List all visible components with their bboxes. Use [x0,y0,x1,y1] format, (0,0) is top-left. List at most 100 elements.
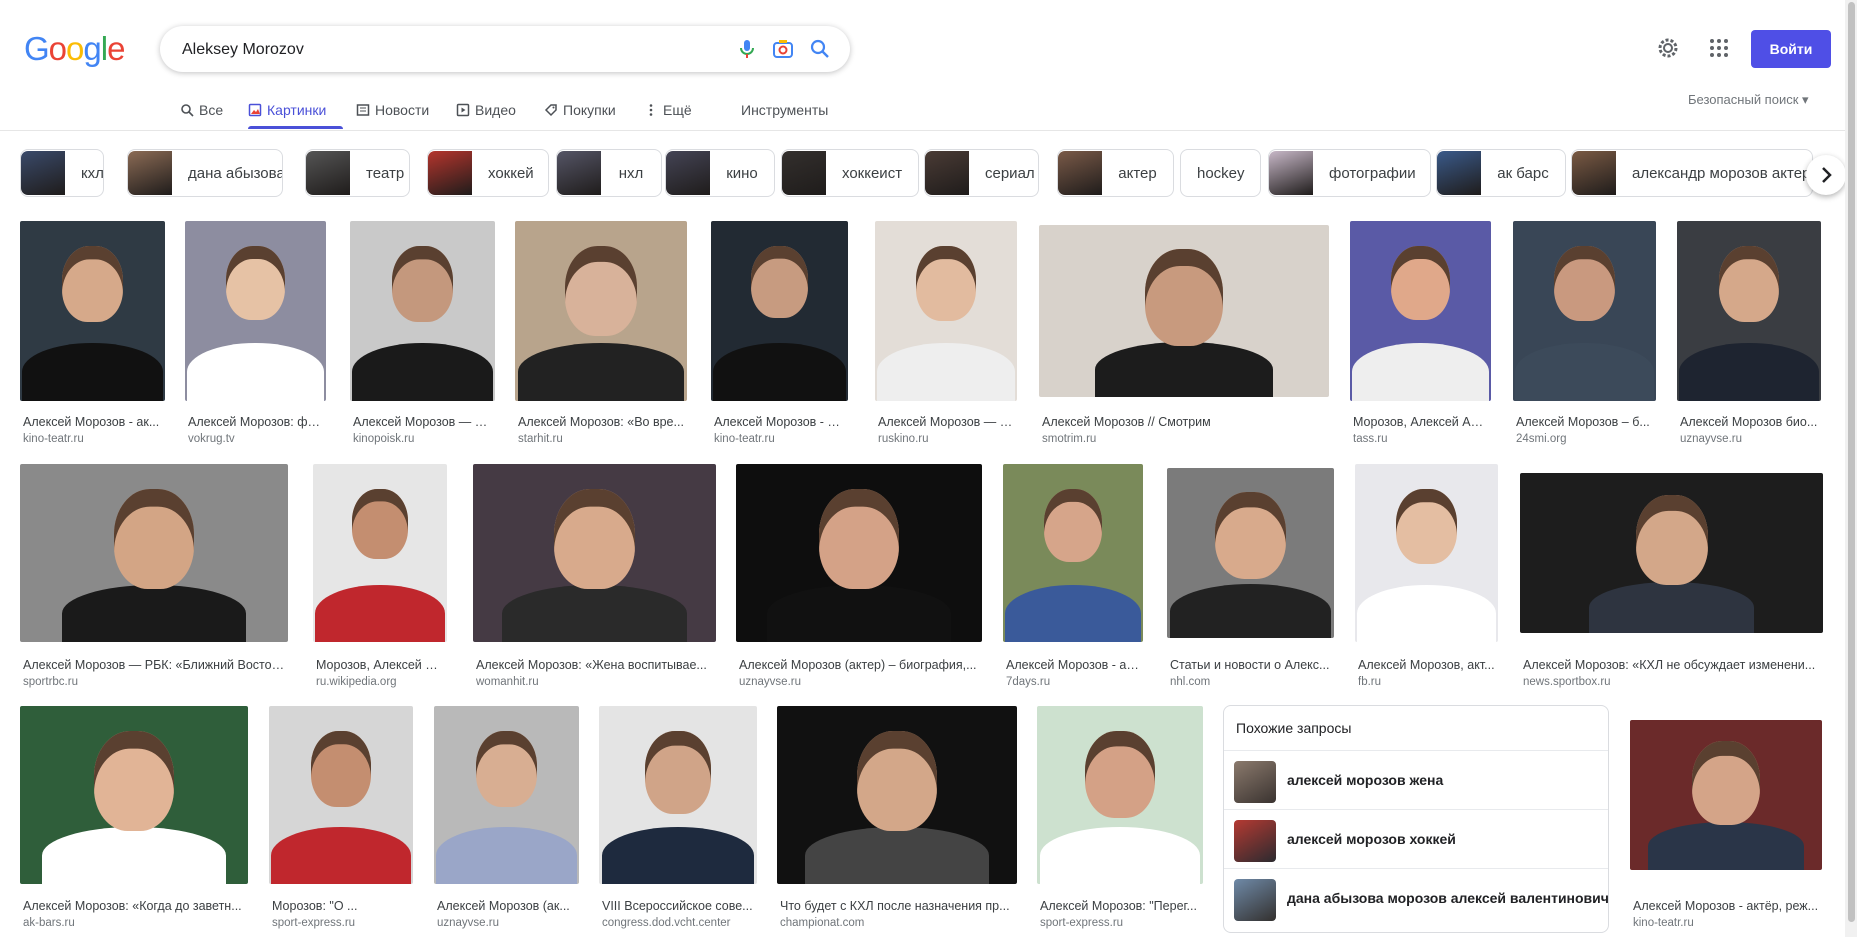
search-icon[interactable] [808,37,832,61]
filter-chip[interactable]: hockey [1180,149,1261,197]
tab-image[interactable]: Картинки [248,99,326,121]
result-caption[interactable]: Алексей Морозов — б... [878,415,1014,429]
result-thumbnail[interactable] [350,221,495,401]
google-logo[interactable]: Google [24,30,125,68]
filter-chip[interactable]: дана абызова [127,149,283,197]
result-source[interactable]: tass.ru [1353,433,1488,445]
result-source[interactable]: kinopoisk.ru [353,433,492,445]
chips-next-button[interactable] [1806,155,1846,195]
result-caption[interactable]: Алексей Морозов - ак... [714,415,845,429]
result-thumbnail[interactable] [777,706,1017,884]
result-thumbnail[interactable] [1350,221,1491,401]
result-caption[interactable]: Алексей Морозов - ак... [1006,658,1140,672]
filter-chip[interactable]: нхл [556,149,662,197]
filter-chip[interactable]: театр [305,149,410,197]
result-thumbnail[interactable] [473,464,716,642]
tab-search[interactable]: Все [180,99,223,121]
result-source[interactable]: sportrbc.ru [23,676,285,688]
result-source[interactable]: kino-teatr.ru [1633,917,1819,929]
apps-grid-icon[interactable] [1707,36,1731,60]
result-source[interactable]: 7days.ru [1006,676,1140,688]
result-thumbnail[interactable] [515,221,687,401]
result-source[interactable]: smotrim.ru [1042,433,1326,445]
result-source[interactable]: womanhit.ru [476,676,713,688]
filter-chip[interactable]: хоккей [427,149,549,197]
result-source[interactable]: 24smi.org [1516,433,1653,445]
result-thumbnail[interactable] [434,706,579,884]
result-caption[interactable]: Алексей Морозов: "Перег... [1040,899,1200,913]
result-source[interactable]: sport-express.ru [1040,917,1200,929]
result-caption[interactable]: VIII Всероссийское сове... [602,899,754,913]
result-thumbnail[interactable] [1003,464,1143,642]
result-source[interactable]: news.sportbox.ru [1523,676,1820,688]
result-caption[interactable]: Алексей Морозов: «Во вре... [518,415,684,429]
result-caption[interactable]: Алексей Морозов - ак... [23,415,162,429]
result-caption[interactable]: Алексей Морозов (актер) – биография,... [739,658,979,672]
result-thumbnail[interactable] [1513,221,1656,401]
sign-in-button[interactable]: Войти [1751,30,1831,68]
result-thumbnail[interactable] [185,221,326,401]
camera-lens-icon[interactable] [771,37,795,61]
result-caption[interactable]: Морозов, Алексей Ал... [316,658,444,672]
result-source[interactable]: kino-teatr.ru [714,433,845,445]
result-source[interactable]: vokrug.tv [188,433,323,445]
result-caption[interactable]: Статьи и новости о Алекс... [1170,658,1331,672]
result-caption[interactable]: Алексей Морозов – б... [1516,415,1653,429]
safesearch-dropdown[interactable]: Безопасный поиск ▾ [1688,92,1809,108]
result-source[interactable]: uznayvse.ru [1680,433,1818,445]
result-thumbnail[interactable] [269,706,413,884]
search-input[interactable] [180,26,704,74]
result-thumbnail[interactable] [1677,221,1821,401]
result-caption[interactable]: Алексей Морозов — ф... [353,415,492,429]
tab-more-vert[interactable]: Ещё [644,99,692,121]
result-source[interactable]: congress.dod.vcht.center [602,917,754,929]
result-caption[interactable]: Морозов, Алексей Ал... [1353,415,1488,429]
result-thumbnail[interactable] [1167,468,1334,638]
result-thumbnail[interactable] [711,221,848,401]
result-source[interactable]: uznayvse.ru [437,917,576,929]
result-source[interactable]: kino-teatr.ru [23,433,162,445]
microphone-icon[interactable] [735,37,759,61]
tab-tag[interactable]: Покупки [544,99,616,121]
result-source[interactable]: sport-express.ru [272,917,410,929]
search-box[interactable] [160,26,850,74]
filter-chip[interactable]: кино [665,149,775,197]
result-caption[interactable]: Алексей Морозов: «Жена воспитывае... [476,658,713,672]
filter-chip[interactable]: александр морозов актер [1571,149,1813,197]
filter-chip[interactable]: сериал [924,149,1039,197]
filter-chip[interactable]: ак барс [1436,149,1566,197]
result-thumbnail[interactable] [20,464,288,642]
result-thumbnail[interactable] [875,221,1017,401]
result-thumbnail[interactable] [313,464,447,642]
filter-chip[interactable]: хоккеист [781,149,919,197]
result-caption[interactable]: Алексей Морозов: фо... [188,415,323,429]
result-source[interactable]: nhl.com [1170,676,1331,688]
tab-news[interactable]: Новости [356,99,429,121]
result-caption[interactable]: Алексей Морозов био... [1680,415,1818,429]
result-source[interactable]: uznayvse.ru [739,676,979,688]
result-source[interactable]: championat.com [780,917,1014,929]
result-source[interactable]: fb.ru [1358,676,1495,688]
result-caption[interactable]: Алексей Морозов (ак... [437,899,576,913]
result-thumbnail[interactable] [20,221,165,401]
result-source[interactable]: ru.wikipedia.org [316,676,444,688]
result-source[interactable]: starhit.ru [518,433,684,445]
result-thumbnail[interactable] [1630,720,1822,870]
related-search-item[interactable]: дана абызова морозов алексей валентинови… [1224,868,1609,927]
result-thumbnail[interactable] [1355,464,1498,642]
filter-chip[interactable]: фотографии [1268,149,1431,197]
result-source[interactable]: ak-bars.ru [23,917,245,929]
result-caption[interactable]: Алексей Морозов — РБК: «Ближний Восток..… [23,658,285,672]
result-thumbnail[interactable] [1037,706,1203,884]
filter-chip[interactable]: актер [1057,149,1174,197]
related-search-item[interactable]: алексей морозов хоккей [1224,809,1608,868]
result-thumbnail[interactable] [20,706,248,884]
result-caption[interactable]: Алексей Морозов - актёр, реж... [1633,899,1819,913]
result-caption[interactable]: Алексей Морозов: «КХЛ не обсуждает измен… [1523,658,1820,672]
scrollbar-thumb[interactable] [1848,2,1855,922]
tab-tools[interactable]: Инструменты [741,99,828,121]
result-thumbnail[interactable] [1039,225,1329,397]
related-search-item[interactable]: алексей морозов жена [1224,750,1608,809]
filter-chip[interactable]: кхл [20,149,104,197]
result-thumbnail[interactable] [736,464,982,642]
